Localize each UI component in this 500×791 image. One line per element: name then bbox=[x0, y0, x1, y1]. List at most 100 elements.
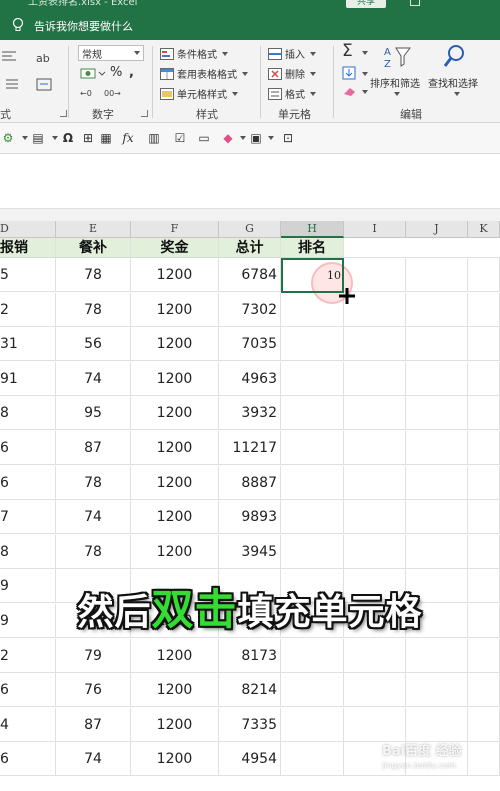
table-cell-reimburse[interactable]: 8 bbox=[0, 535, 56, 569]
header-cell-total[interactable]: 总计 bbox=[219, 238, 281, 258]
table-cell-j[interactable] bbox=[406, 500, 468, 534]
format-button[interactable]: 格式 bbox=[268, 86, 316, 101]
merge-center-icon[interactable] bbox=[36, 78, 54, 92]
table-cell-k[interactable] bbox=[468, 258, 500, 292]
column-header-f[interactable]: F bbox=[131, 221, 219, 238]
table-cell-total[interactable]: 8173 bbox=[219, 639, 281, 673]
chart-insert-icon[interactable]: ▦ bbox=[98, 130, 114, 146]
symbol-icon[interactable]: Ω bbox=[60, 130, 76, 146]
table-cell-i[interactable] bbox=[344, 396, 406, 430]
comment-icon[interactable]: ▭ bbox=[196, 130, 212, 146]
decrease-decimal-icon[interactable]: 00→ bbox=[104, 86, 124, 100]
function-icon[interactable]: fx bbox=[120, 130, 136, 146]
table-cell-j[interactable] bbox=[406, 293, 468, 327]
table-cell-j[interactable] bbox=[406, 466, 468, 500]
table-cell-j[interactable] bbox=[406, 396, 468, 430]
table-cell-reimburse[interactable]: 2 bbox=[0, 639, 56, 673]
table-cell-rank[interactable] bbox=[281, 639, 344, 673]
table-cell-bonus[interactable]: 1200 bbox=[131, 258, 219, 292]
table-cell-bonus[interactable]: 1200 bbox=[131, 293, 219, 327]
table-cell-j[interactable] bbox=[406, 362, 468, 396]
tell-me-input[interactable]: 告诉我你想要做什么 bbox=[34, 18, 133, 34]
column-header-e[interactable]: E bbox=[56, 221, 131, 238]
table-cell-i[interactable] bbox=[344, 362, 406, 396]
percent-icon[interactable]: % bbox=[110, 65, 122, 80]
table-cell-k[interactable] bbox=[468, 293, 500, 327]
table-cell-meal[interactable]: 56 bbox=[56, 327, 131, 361]
sort-filter-label[interactable]: 排序和筛选 bbox=[370, 75, 420, 90]
table-cell-i[interactable] bbox=[344, 431, 406, 465]
table-cell-total[interactable]: 6784 bbox=[219, 258, 281, 292]
table-cell-bonus[interactable]: 1200 bbox=[131, 327, 219, 361]
table-cell-meal[interactable]: 78 bbox=[56, 466, 131, 500]
column-header-j[interactable]: J bbox=[406, 221, 468, 238]
align-icon[interactable] bbox=[2, 50, 26, 64]
table-cell-total[interactable]: 4963 bbox=[219, 362, 281, 396]
freeze-panes-icon[interactable]: ▥ bbox=[146, 130, 162, 146]
table-cell-meal[interactable]: 78 bbox=[56, 258, 131, 292]
wrap-text-icon[interactable]: ab bbox=[36, 50, 52, 66]
table-cell-meal[interactable]: 74 bbox=[56, 362, 131, 396]
column-header-k[interactable]: K bbox=[468, 221, 500, 238]
find-select-label[interactable]: 查找和选择 bbox=[428, 75, 478, 90]
table-cell-k[interactable] bbox=[468, 500, 500, 534]
comma-style-icon[interactable]: , bbox=[129, 65, 134, 80]
delete-button[interactable]: 删除 bbox=[268, 66, 316, 81]
table-cell-k[interactable] bbox=[468, 708, 500, 742]
table-cell-bonus[interactable]: 1200 bbox=[131, 466, 219, 500]
table-cell-total[interactable]: 9893 bbox=[219, 500, 281, 534]
table-cell-j[interactable] bbox=[406, 535, 468, 569]
table-cell-j[interactable] bbox=[406, 673, 468, 707]
table-cell-k[interactable] bbox=[468, 327, 500, 361]
table-cell-rank[interactable] bbox=[281, 742, 344, 776]
table-cell-reimburse[interactable]: 6 bbox=[0, 673, 56, 707]
table-cell-reimburse[interactable]: 8 bbox=[0, 396, 56, 430]
table-cell-meal[interactable]: 74 bbox=[56, 742, 131, 776]
table-cell-k[interactable] bbox=[468, 431, 500, 465]
table-cell-total[interactable]: 7335 bbox=[219, 708, 281, 742]
table-cell-meal[interactable]: 78 bbox=[56, 293, 131, 327]
header-cell-reimburse[interactable]: 报销 bbox=[0, 238, 56, 258]
checkbox-icon[interactable]: ☑ bbox=[172, 130, 188, 146]
table-cell-k[interactable] bbox=[468, 639, 500, 673]
table-cell-k[interactable] bbox=[468, 535, 500, 569]
table-cell-meal[interactable]: 95 bbox=[56, 396, 131, 430]
table-cell-rank[interactable] bbox=[281, 396, 344, 430]
indent-icon[interactable] bbox=[2, 78, 24, 92]
table-cell-total[interactable]: 11217 bbox=[219, 431, 281, 465]
table-cell-reimburse[interactable]: 4 bbox=[0, 708, 56, 742]
chart-icon[interactable]: ⚙ bbox=[0, 130, 16, 146]
insert-button[interactable]: 插入 bbox=[268, 46, 316, 61]
table-cell-j[interactable] bbox=[406, 639, 468, 673]
table-cell-k[interactable] bbox=[468, 466, 500, 500]
table-cell-k[interactable] bbox=[468, 396, 500, 430]
table-cell-i[interactable] bbox=[344, 708, 406, 742]
borders-icon[interactable]: ▣ bbox=[248, 130, 264, 146]
table-cell-meal[interactable]: 79 bbox=[56, 639, 131, 673]
restore-icon[interactable] bbox=[410, 0, 420, 6]
eraser-icon[interactable]: ◆ bbox=[220, 130, 236, 146]
table-cell-i[interactable] bbox=[344, 673, 406, 707]
number-format-select[interactable]: 常规 bbox=[78, 45, 144, 61]
table-cell-i[interactable] bbox=[344, 639, 406, 673]
table-cell-reimburse[interactable]: 91 bbox=[0, 362, 56, 396]
table-cell-total[interactable]: 7302 bbox=[219, 293, 281, 327]
table-cell-reimburse[interactable]: 6 bbox=[0, 431, 56, 465]
table-cell-i[interactable] bbox=[344, 327, 406, 361]
table-cell-meal[interactable]: 74 bbox=[56, 500, 131, 534]
number-launcher-icon[interactable] bbox=[141, 110, 148, 117]
table-cell-total[interactable]: 4954 bbox=[219, 742, 281, 776]
table-cell-total[interactable]: 8887 bbox=[219, 466, 281, 500]
table-cell-reimburse[interactable]: 7 bbox=[0, 500, 56, 534]
table-cell-meal[interactable]: 87 bbox=[56, 431, 131, 465]
table-cell-j[interactable] bbox=[406, 431, 468, 465]
filter-icon[interactable]: ⊞ bbox=[80, 130, 96, 146]
header-cell-bonus[interactable]: 奖金 bbox=[131, 238, 219, 258]
table-cell-total[interactable]: 7035 bbox=[219, 327, 281, 361]
table-cell-j[interactable] bbox=[406, 327, 468, 361]
column-header-i[interactable]: I bbox=[344, 221, 406, 238]
table-cell-bonus[interactable]: 1200 bbox=[131, 639, 219, 673]
column-header-h[interactable]: H bbox=[281, 221, 344, 238]
more-icon[interactable]: ⊡ bbox=[280, 130, 296, 146]
format-as-table-button[interactable]: 套用表格格式 bbox=[160, 66, 248, 81]
